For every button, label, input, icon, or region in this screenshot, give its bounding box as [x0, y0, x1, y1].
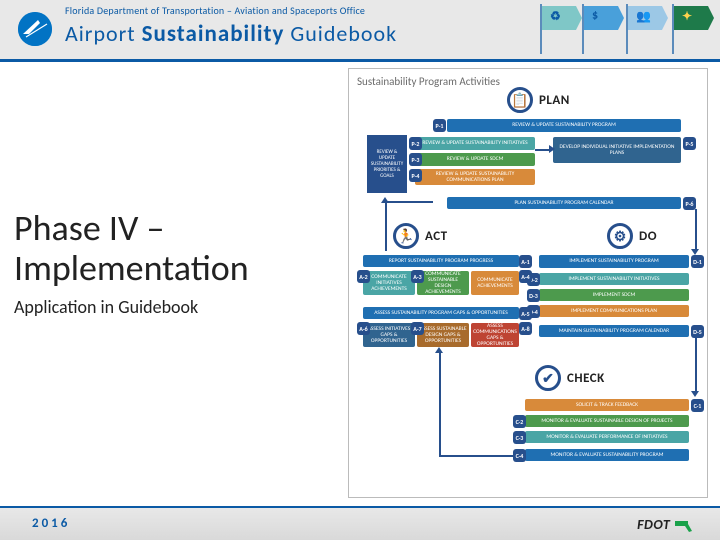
clipboard-icon: 📋	[507, 87, 533, 113]
act-a8: ASSESS COMMUNICATIONS GAPS & OPPORTUNITI…	[471, 323, 519, 347]
num-p1: P-1	[433, 119, 446, 132]
process-diagram: Sustainability Program Activities 📋 PLAN…	[348, 68, 708, 498]
num-d5: D-5	[691, 325, 704, 338]
num-a2: A-2	[357, 270, 370, 283]
plan-p4: REVIEW & UPDATE SUSTAINABILITY COMMUNICA…	[415, 169, 535, 185]
header-title-pre: Airport	[65, 20, 142, 47]
do-d3: IMPLEMENT SDCM	[539, 289, 689, 301]
num-p4: P-4	[409, 169, 422, 182]
phase-title-line1: Phase IV –	[14, 206, 164, 250]
act-h1: REPORT SUSTAINABILITY PROGRAM PROGRESS	[363, 255, 519, 267]
header-title: Airport Sustainability Guidebook	[65, 20, 397, 48]
gears-icon: ⚙	[607, 223, 633, 249]
check-c3: MONITOR & EVALUATE PERFORMANCE OF INITIA…	[525, 431, 689, 443]
check-icon: ✔	[535, 365, 561, 391]
num-a3: A-3	[411, 270, 424, 283]
check-c4: MONITOR & EVALUATE SUSTAINABILITY PROGRA…	[525, 449, 689, 461]
sparkle-icon: ✦	[682, 9, 692, 24]
act-a3: COMMUNICATE SUSTAINABLE DESIGN ACHIEVEME…	[417, 271, 469, 295]
recycle-icon: ♻	[550, 9, 561, 24]
fdot-logo-icon	[18, 12, 52, 46]
header-flags-decor: ♻ $ 👥 ✦	[520, 0, 710, 62]
header-title-bold: Sustainability	[142, 20, 285, 48]
slide-header: Florida Department of Transportation – A…	[0, 0, 720, 62]
phase-title: Phase IV – Implementation	[14, 208, 249, 288]
num-p2: P-2	[409, 137, 422, 150]
num-p3: P-3	[409, 153, 422, 166]
footer-fdot-logo: FDOT	[637, 516, 696, 533]
act-a4: COMMUNICATE ACHIEVEMENTS	[471, 271, 519, 295]
act-section-label: 🏃 ACT	[393, 223, 448, 249]
act-a7: ASSESS SUSTAINABLE DESIGN GAPS & OPPORTU…	[417, 323, 469, 347]
people-icon: 👥	[636, 9, 651, 24]
florida-map-icon	[674, 519, 696, 533]
num-a5: A-5	[519, 307, 532, 320]
runner-icon: 🏃	[393, 223, 419, 249]
check-c1: SOLICIT & TRACK FEEDBACK	[525, 399, 689, 411]
slide-footer: 2016 FDOT	[0, 506, 720, 540]
plan-p3: REVIEW & UPDATE SDCM	[415, 153, 535, 166]
act-a6: ASSESS INITIATIVES GAPS & OPPORTUNITIES	[363, 323, 415, 347]
phase-title-line2: Implementation	[14, 246, 249, 290]
money-icon: $	[592, 9, 598, 23]
num-a6: A-6	[357, 322, 370, 335]
header-dept-line: Florida Department of Transportation – A…	[65, 4, 365, 17]
do-d4: IMPLEMENT COMMUNICATIONS PLAN	[539, 305, 689, 317]
num-c3: C-3	[513, 431, 526, 444]
plan-footer: PLAN SUSTAINABILITY PROGRAM CALENDAR	[447, 197, 681, 209]
footer-year: 2016	[32, 516, 70, 531]
plan-p2: REVIEW & UPDATE SUSTAINABILITY INITIATIV…	[415, 137, 535, 150]
num-p5: P-5	[683, 137, 696, 150]
header-title-post: Guidebook	[284, 20, 397, 47]
num-d3: D-3	[527, 289, 540, 302]
check-c2: MONITOR & EVALUATE SUSTAINABLE DESIGN OF…	[525, 415, 689, 427]
do-footer: MAINTAIN SUSTAINABILITY PROGRAM CALENDAR	[539, 325, 689, 337]
num-a7: A-7	[411, 322, 424, 335]
plan-side: REVIEW & UPDATE SUSTAINABILITY PRIORITIE…	[367, 135, 407, 193]
num-a8: A-8	[519, 322, 532, 335]
num-c1: C-1	[691, 399, 704, 412]
check-section-label: ✔ CHECK	[535, 365, 605, 391]
act-h2: ASSESS SUSTAINABILITY PROGRAM GAPS & OPP…	[363, 307, 519, 319]
act-a2: COMMUNICATE INITIATIVES ACHIEVEMENTS	[363, 271, 415, 295]
plan-header: REVIEW & UPDATE SUSTAINABILITY PROGRAM	[447, 119, 681, 132]
num-d1: D-1	[691, 255, 704, 268]
phase-subtitle: Application in Guidebook	[14, 296, 198, 318]
do-section-label: ⚙ DO	[607, 223, 657, 249]
do-d2: IMPLEMENT SUSTAINABILITY INITIATIVES	[539, 273, 689, 285]
num-c2: C-2	[513, 415, 526, 428]
num-a4: A-4	[519, 270, 532, 283]
num-a1: A-1	[519, 255, 532, 268]
plan-p5: DEVELOP INDIVIDUAL INITIATIVE IMPLEMENTA…	[553, 137, 681, 163]
plan-section-label: 📋 PLAN	[507, 87, 570, 113]
do-header: IMPLEMENT SUSTAINABILITY PROGRAM	[539, 255, 689, 268]
num-c4: C-4	[513, 449, 526, 462]
